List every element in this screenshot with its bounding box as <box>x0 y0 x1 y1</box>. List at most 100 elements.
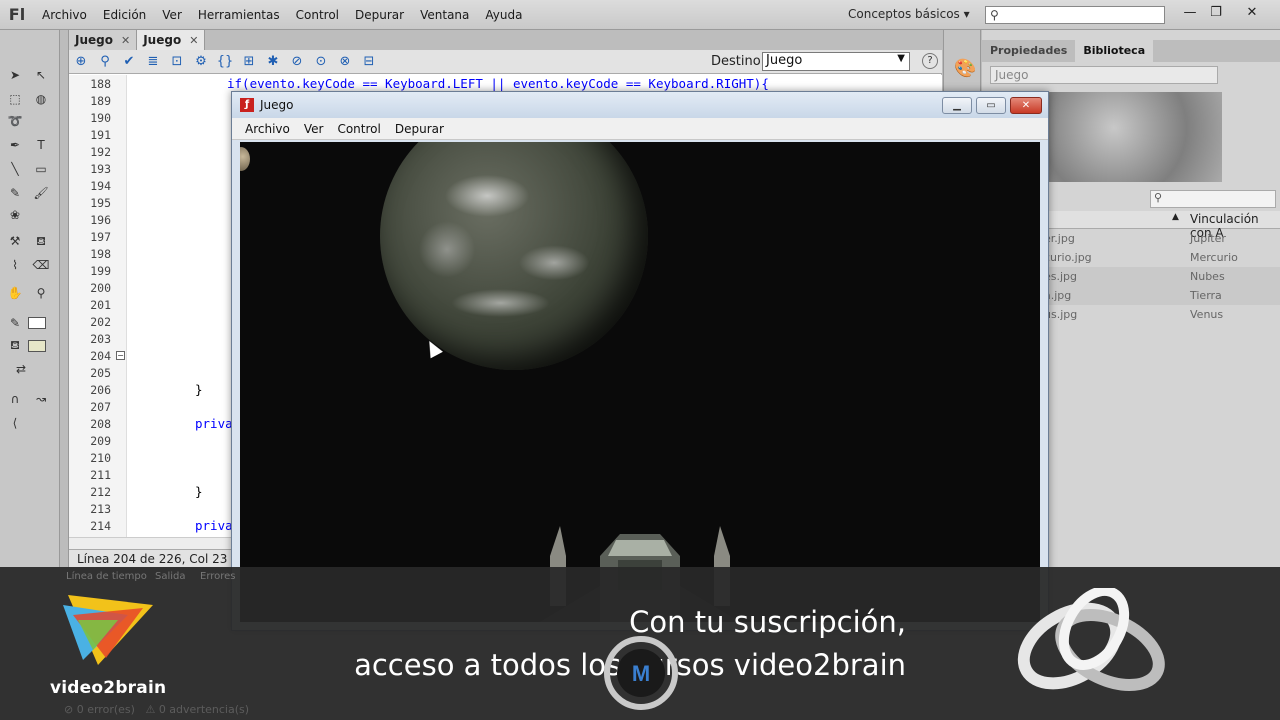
workspace-switcher[interactable]: Conceptos básicos ▾ <box>848 7 970 21</box>
fill-color-icon[interactable]: ⛾ <box>6 336 24 354</box>
rectangle-tool-icon[interactable]: ▭ <box>32 160 50 178</box>
library-document-select[interactable]: Juego <box>990 66 1218 84</box>
swap-colors-icon[interactable]: ⇄ <box>12 360 30 378</box>
tab-linea-de-tiempo[interactable]: Línea de tiempo <box>66 571 147 582</box>
help-icon[interactable]: ? <box>922 53 938 69</box>
player-maximize-button[interactable]: ▭ <box>976 97 1006 114</box>
comment-line-icon[interactable]: ⊙ <box>312 53 330 71</box>
auto-format-icon[interactable]: ≣ <box>144 53 162 71</box>
destination-select[interactable]: Juego ▼ <box>762 52 910 71</box>
line-number: 207 <box>90 400 111 414</box>
toolbox-toggle-icon[interactable]: ⊟ <box>360 53 378 71</box>
hand-tool-icon[interactable]: ✋ <box>6 284 24 302</box>
code-hint-icon[interactable]: ⊡ <box>168 53 186 71</box>
3d-rotation-icon[interactable]: ◍ <box>32 90 50 108</box>
straighten-icon[interactable]: ⟨ <box>6 414 24 432</box>
tab-errores[interactable]: Errores <box>200 571 236 582</box>
library-item-linkage: Tierra <box>1190 289 1222 302</box>
menu-control[interactable]: Control <box>288 8 347 22</box>
menu-herramientas[interactable]: Herramientas <box>190 8 288 22</box>
free-transform-icon[interactable]: ⬚ <box>6 90 24 108</box>
paint-bucket-icon[interactable]: ⛾ <box>32 232 50 250</box>
expand-all-icon[interactable]: ✱ <box>264 53 282 71</box>
close-icon[interactable]: ✕ <box>189 34 198 47</box>
player-titlebar[interactable]: ƒ Juego ▁ ▭ ✕ <box>232 92 1048 118</box>
line-tool-icon[interactable]: ╲ <box>6 160 24 178</box>
tab-propiedades[interactable]: Propiedades <box>982 40 1075 62</box>
eyedropper-icon[interactable]: ⌇ <box>6 256 24 274</box>
menu-ventana[interactable]: Ventana <box>412 8 477 22</box>
search-icon: ⚲ <box>1154 191 1163 204</box>
eraser-icon[interactable]: ⌫ <box>32 256 50 274</box>
menu-depurar[interactable]: Depurar <box>347 8 412 22</box>
promo-line-1: Con tu suscripción, <box>629 605 906 639</box>
close-button[interactable]: ✕ <box>1240 2 1264 24</box>
player-minimize-button[interactable]: ▁ <box>942 97 972 114</box>
collapse-selection-icon[interactable]: ⊞ <box>240 53 258 71</box>
tab-biblioteca[interactable]: Biblioteca <box>1075 40 1154 62</box>
player-menu-control[interactable]: Control <box>330 122 387 136</box>
fold-toggle-icon[interactable]: − <box>116 351 125 360</box>
add-statement-icon[interactable]: ⊕ <box>72 53 90 71</box>
menu-archivo[interactable]: Archivo <box>34 8 95 22</box>
pencil-icon[interactable]: ✎ <box>6 184 24 202</box>
chevron-down-icon: ▼ <box>897 53 905 64</box>
debug-options-icon[interactable]: ⚙ <box>192 53 210 71</box>
player-menu-depurar[interactable]: Depurar <box>388 122 451 136</box>
tab-juego-2[interactable]: Juego ✕ <box>137 30 206 50</box>
stroke-color-icon[interactable]: ✎ <box>6 314 24 332</box>
document-tabs: Juego ✕ Juego ✕ <box>69 30 942 50</box>
line-number: 206 <box>90 383 111 397</box>
menu-ver[interactable]: Ver <box>154 8 190 22</box>
tab-juego-1[interactable]: Juego ✕ <box>69 30 138 50</box>
code-line-208: priva <box>195 416 233 431</box>
watermark-logo: M <box>604 636 678 710</box>
palette-icon[interactable]: 🎨 <box>954 58 976 79</box>
menu-ayuda[interactable]: Ayuda <box>477 8 530 22</box>
player-menu-archivo[interactable]: Archivo <box>238 122 297 136</box>
uncomment-icon[interactable]: ⊗ <box>336 53 354 71</box>
moon-sprite <box>240 147 250 171</box>
line-number: 189 <box>90 94 111 108</box>
find-icon[interactable]: ⚲ <box>96 53 114 71</box>
tab-salida[interactable]: Salida <box>155 571 186 582</box>
library-search-input[interactable]: ⚲ <box>1150 190 1276 208</box>
error-count: 0 error(es) <box>76 703 135 716</box>
restore-button[interactable]: ❐ <box>1204 2 1228 24</box>
lasso-icon[interactable]: ➰ <box>6 112 24 130</box>
warning-count: 0 advertencia(s) <box>158 703 250 716</box>
smooth-icon[interactable]: ↝ <box>32 390 50 408</box>
fill-swatch[interactable] <box>28 340 46 352</box>
snap-magnet-icon[interactable]: ∩ <box>6 390 24 408</box>
stroke-swatch[interactable] <box>28 317 46 329</box>
help-search-input[interactable]: ⚲ <box>985 6 1165 24</box>
deco-tool-icon[interactable]: ❀ <box>6 206 24 224</box>
bone-tool-icon[interactable]: ⚒ <box>6 232 24 250</box>
flash-player-icon: ƒ <box>240 98 254 112</box>
zoom-tool-icon[interactable]: ⚲ <box>32 284 50 302</box>
tab-label: Juego <box>75 33 113 47</box>
compiler-status: ⊘ 0 error(es) ⚠ 0 advertencia(s) <box>64 703 249 716</box>
library-item-linkage: Mercurio <box>1190 251 1238 264</box>
text-tool-icon[interactable]: T <box>32 136 50 154</box>
selection-tool-icon[interactable]: ➤ <box>6 66 24 84</box>
brush-icon[interactable]: 🖌 <box>32 184 50 202</box>
collapse-braces-icon[interactable]: {} <box>216 53 234 71</box>
comment-block-icon[interactable]: ⊘ <box>288 53 306 71</box>
video2brain-logo <box>63 595 153 665</box>
flash-player-window: ƒ Juego ▁ ▭ ✕ Archivo Ver Control Depura… <box>231 91 1049 631</box>
close-icon[interactable]: ✕ <box>121 34 130 47</box>
player-close-button[interactable]: ✕ <box>1010 97 1042 114</box>
line-number: 191 <box>90 128 111 142</box>
player-title: Juego <box>260 98 294 112</box>
line-number: 204 <box>90 349 111 363</box>
line-number: 211 <box>90 468 111 482</box>
sort-arrow-icon[interactable]: ▲ <box>1172 212 1179 222</box>
pen-tool-icon[interactable]: ✒ <box>6 136 24 154</box>
check-syntax-icon[interactable]: ✔ <box>120 53 138 71</box>
menu-edicion[interactable]: Edición <box>95 8 154 22</box>
subselection-tool-icon[interactable]: ↖ <box>32 66 50 84</box>
player-menu-ver[interactable]: Ver <box>297 122 331 136</box>
minimize-button[interactable]: — <box>1178 2 1202 24</box>
game-stage[interactable] <box>240 142 1040 622</box>
